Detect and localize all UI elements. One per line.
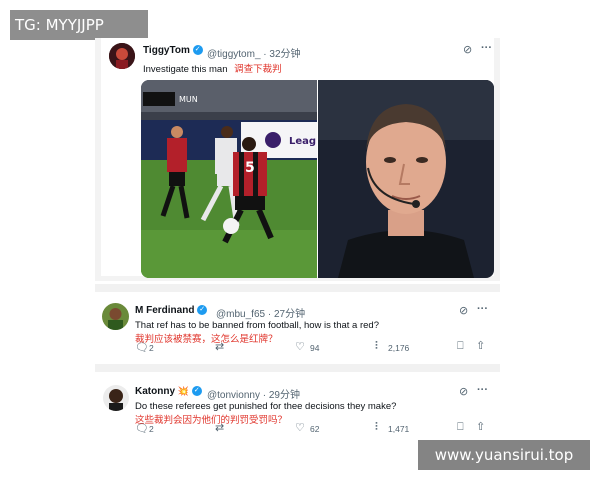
more-icon[interactable]: ··· <box>481 42 492 54</box>
ad-board-text: Leag <box>289 136 316 147</box>
retweet-icon[interactable]: ⇄ <box>215 340 224 353</box>
author-name[interactable]: M Ferdinand ✓ <box>135 305 208 316</box>
avatar-image <box>103 385 129 411</box>
author-name[interactable]: Katonny 💥 ✓ <box>135 386 202 397</box>
grok-icon[interactable]: ⊘ <box>459 385 468 398</box>
tweet-text-cn: 调查下裁判 <box>234 64 282 75</box>
name-emoji: 💥 <box>177 386 189 396</box>
author-handle[interactable]: @mbu_f65 · 27分钟 <box>216 305 305 320</box>
reply-count: 2 <box>149 343 154 353</box>
grok-icon[interactable]: ⊘ <box>459 304 468 317</box>
author-name-text: TiggyTom <box>143 45 190 56</box>
view-count: 2,176 <box>388 343 410 353</box>
avatar[interactable] <box>102 303 129 330</box>
referee-portrait[interactable] <box>318 80 494 278</box>
bookmark-icon[interactable]: ⎕ <box>457 421 464 434</box>
more-icon[interactable]: ··· <box>477 384 488 396</box>
tweet-text-cn: 这些裁判会因为他们的判罚受罚吗？ <box>135 415 288 426</box>
author-name-text: Katonny <box>135 386 175 397</box>
grok-icon[interactable]: ⊘ <box>463 43 472 56</box>
tweet-text: Investigate this man 调查下裁判 <box>143 61 282 75</box>
separator <box>95 284 500 292</box>
author-handle[interactable]: @tiggytom_ · 32分钟 <box>207 45 301 60</box>
avatar-image <box>109 43 135 69</box>
scoreboard-text: MUN <box>179 95 198 104</box>
like-count: 62 <box>310 424 320 434</box>
avatar-image <box>102 303 129 330</box>
more-icon[interactable]: ··· <box>477 303 488 315</box>
tweet-text-en: Investigate this man <box>143 64 228 75</box>
watermark-bottom-right: www.yuansirui.top <box>418 440 590 470</box>
avatar[interactable] <box>103 385 129 411</box>
separator <box>95 364 500 372</box>
tweet-card-tiggytom[interactable]: TiggyTom ✓ @tiggytom_ · 32分钟 ⊘ ··· Inves… <box>95 38 500 281</box>
avatar[interactable] <box>109 43 135 69</box>
tweet-card-ferdinand[interactable]: M Ferdinand ✓ @mbu_f65 · 27分钟 ⊘ ··· That… <box>95 296 500 358</box>
bookmark-icon[interactable]: ⎕ <box>457 340 464 353</box>
like-count: 94 <box>310 343 320 353</box>
tweet-media[interactable]: 5 MUN Leag <box>141 80 494 278</box>
share-icon[interactable]: ⇧ <box>476 420 485 433</box>
author-handle[interactable]: @tonvionny · 29分钟 <box>207 386 300 401</box>
like-icon[interactable]: ♡ <box>295 421 305 434</box>
author-name-text: M Ferdinand <box>135 305 195 316</box>
tweet-card-katonny[interactable]: Katonny 💥 ✓ @tonvionny · 29分钟 ⊘ ··· Do t… <box>95 378 500 440</box>
football-match-photo[interactable]: 5 MUN Leag <box>141 80 317 278</box>
views-icon[interactable]: ⫶ <box>375 340 378 353</box>
verified-badge-icon: ✓ <box>191 386 202 397</box>
tweet-text-en: Do these referees get punished for thee … <box>135 401 397 412</box>
reply-icon[interactable]: 🗨 <box>135 422 149 435</box>
tweet-text-en: That ref has to be banned from football,… <box>135 320 379 331</box>
verified-badge-icon: ✓ <box>192 45 203 56</box>
reply-count: 2 <box>149 424 154 434</box>
retweet-icon[interactable]: ⇄ <box>215 421 224 434</box>
player-number: 5 <box>245 160 255 176</box>
verified-badge-icon: ✓ <box>197 305 208 316</box>
share-icon[interactable]: ⇧ <box>476 339 485 352</box>
views-icon[interactable]: ⫶ <box>375 421 378 434</box>
like-icon[interactable]: ♡ <box>295 340 305 353</box>
tweet-text-cn: 裁判应该被禁赛，这怎么是红牌？ <box>135 334 278 345</box>
watermark-top-left: TG: MYYJJPP <box>10 10 148 40</box>
author-name[interactable]: TiggyTom ✓ <box>143 45 203 56</box>
view-count: 1,471 <box>388 424 410 434</box>
reply-icon[interactable]: 🗨 <box>135 341 149 354</box>
